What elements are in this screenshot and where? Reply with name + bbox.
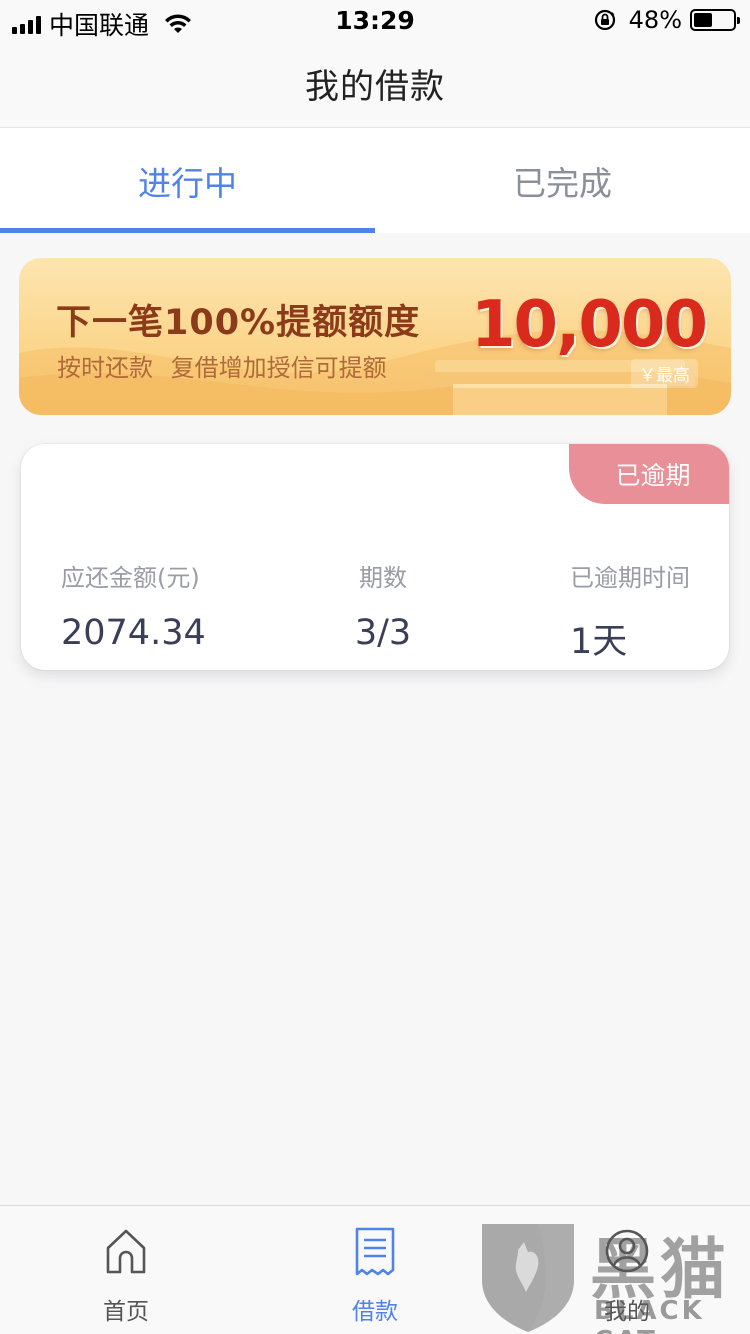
loan-card[interactable]: 已逾期 应还金额(元) 2074.34 期数 3/3 已逾期时间 1天: [21, 444, 729, 670]
period-value: 3/3: [354, 613, 412, 653]
amount-column: 应还金额(元) 2074.34: [61, 558, 206, 653]
overdue-time-value: 1天: [570, 622, 628, 662]
tabbar-item-loan[interactable]: 借款: [305, 1206, 445, 1334]
rotation-lock-icon: [594, 9, 615, 31]
amount-value: 2074.34: [61, 613, 206, 653]
tabbar-label-loan: 借款: [352, 1299, 398, 1325]
battery-fill: [694, 13, 713, 27]
banner-subline: 按时还款 复借增加授信可提额: [57, 354, 387, 382]
receipt-icon: [355, 1227, 395, 1276]
battery-percentage: 48%: [628, 6, 682, 34]
period-label: 期数: [359, 564, 407, 592]
user-icon: [605, 1229, 649, 1273]
status-right: 48%: [593, 6, 740, 34]
status-left: 中国联通: [12, 6, 193, 42]
period-column: 期数 3/3: [353, 558, 413, 653]
loan-status-tabs: 进行中 已完成: [0, 128, 750, 233]
overdue-time-label: 已逾期时间: [570, 564, 690, 592]
overdue-column: 已逾期时间 1天: [570, 558, 690, 664]
amount-label: 应还金额(元): [61, 564, 200, 592]
status-badge: 已逾期: [569, 444, 729, 504]
carrier-name: 中国联通: [49, 11, 150, 40]
tab-completed[interactable]: 已完成: [375, 128, 750, 233]
battery-icon: [690, 9, 740, 31]
tab-in-progress[interactable]: 进行中: [0, 128, 375, 233]
banner-amount: 10,000: [471, 288, 708, 362]
tabbar-label-home: 首页: [103, 1299, 149, 1325]
tabbar-label-mine: 我的: [604, 1299, 650, 1325]
banner-amount-tag: ￥最高: [631, 359, 698, 388]
home-icon: [106, 1229, 146, 1274]
tabbar-item-home[interactable]: 首页: [56, 1206, 196, 1334]
tabbar-item-mine[interactable]: 我的: [557, 1206, 697, 1334]
promo-banner[interactable]: 下一笔100%提额额度 按时还款 复借增加授信可提额 10,000 ￥最高: [19, 258, 731, 415]
page-title: 我的借款: [305, 67, 445, 107]
nav-header: 我的借款: [0, 40, 750, 128]
wifi-icon: [165, 14, 192, 33]
banner-headline: 下一笔100%提额额度: [56, 303, 421, 343]
bottom-tab-bar: 首页 借款 我的: [0, 1205, 750, 1334]
status-bar: 中国联通 13:29 48%: [0, 0, 750, 40]
signal-icon: [12, 14, 41, 34]
